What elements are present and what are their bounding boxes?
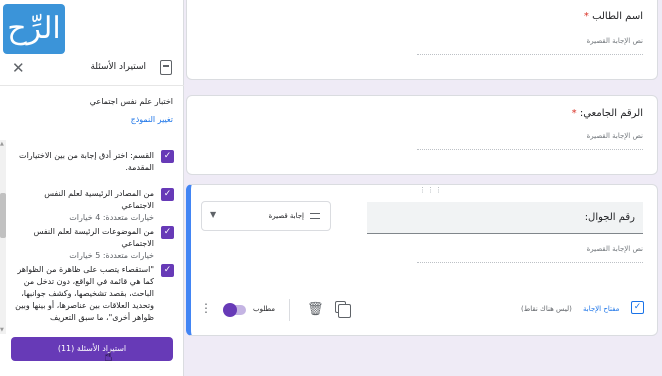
question-text: القسم: اختر أدق إجابة من بين الاختيارات … [19,151,154,172]
required-toggle[interactable] [223,303,246,317]
checkbox-checked-icon[interactable]: ✓ [161,264,174,277]
question-list-item[interactable]: ✓ من الموضوعات الرئيسة لعلم النفس الاجتم… [6,226,174,260]
delete-icon[interactable]: 🗑 [307,302,324,317]
question-card-mobile[interactable]: ⋮⋮⋮ رقم الجوال: إجابة قصيرة ▼ نص الإجابة… [186,184,658,336]
required-label: مطلوب [253,305,276,313]
duplicate-icon[interactable] [335,301,351,318]
source-form-name: اختبار علم نفس اجتماعي [89,97,173,106]
answer-key-checkbox-icon[interactable]: ✓ [631,301,644,314]
question-card-footer: ⋮ مطلوب 🗑 (ليس هناك نقاط) مفتاح الإجابة … [191,289,657,329]
question-subtext: خيارات متعددة: 4 خيارات [69,213,154,222]
scroll-up-arrow-icon[interactable]: ▲ [0,141,4,147]
question-type-label: إجابة قصيرة [268,212,304,220]
question-card-student-name[interactable]: اسم الطالب * نص الإجابة القصيرة [186,0,658,80]
import-questions-button[interactable]: استيراد الأسئلة (11) [11,337,173,361]
question-label: اسم الطالب [592,11,643,22]
import-icon [160,60,172,75]
required-asterisk: * [583,11,589,22]
import-questions-panel: الرِّح ✕ استيراد الأسئلة اختبار علم نفس … [0,0,184,376]
logo-text: الرِّح [7,11,61,46]
panel-header: ✕ استيراد الأسئلة [0,52,184,86]
checkbox-checked-icon[interactable]: ✓ [161,226,174,239]
question-text: من الموضوعات الرئيسة لعلم النفس الاجتماع… [33,227,154,248]
panel-title: استيراد الأسئلة [90,62,146,72]
question-type-select[interactable]: إجابة قصيرة ▼ [201,201,331,231]
question-title: اسم الطالب * [584,11,643,22]
question-list-item[interactable]: ✓ القسم: اختر أدق إجابة من بين الاختيارا… [6,150,174,180]
checkbox-checked-icon[interactable]: ✓ [161,150,174,163]
question-text-wrap: من الموضوعات الرئيسة لعلم النفس الاجتماع… [10,226,154,262]
answer-key-link[interactable]: مفتاح الإجابة [583,305,619,313]
change-form-link[interactable]: تغيير النموذج [131,115,173,124]
checkbox-checked-icon[interactable]: ✓ [161,188,174,201]
short-text-icon [310,213,320,219]
close-icon[interactable]: ✕ [12,59,25,77]
question-text: من المصادر الرئيسية لعلم النفس الاجتماعي [44,189,154,210]
short-answer-field: نص الإجابة القصيرة [417,245,643,263]
question-title-input[interactable]: رقم الجوال: [367,202,643,234]
question-list-item[interactable]: ✓ "استقصاء يتصب على ظاهرة من الظواهر كما… [6,264,174,334]
question-title: الرقم الجامعي: * [572,108,643,119]
more-options-icon[interactable]: ⋮ [200,301,212,315]
question-list-item[interactable]: ✓ من المصادر الرئيسية لعلم النفس الاجتما… [6,188,174,222]
scroll-down-arrow-icon[interactable]: ▼ [0,327,4,333]
hand-cursor-icon: ☝ [104,349,113,365]
question-label: الرقم الجامعي: [579,108,643,119]
required-asterisk: * [571,108,577,119]
footer-divider [289,299,290,321]
short-answer-field: نص الإجابة القصيرة [417,37,643,55]
site-logo: الرِّح [3,4,65,54]
chevron-down-icon: ▼ [210,210,217,219]
points-text: (ليس هناك نقاط) [521,305,572,313]
question-subtext: خيارات متعددة: 5 خيارات [69,251,154,260]
drag-handle-icon[interactable]: ⋮⋮⋮ [419,186,443,194]
short-answer-field: نص الإجابة القصيرة [417,132,643,150]
question-card-student-id[interactable]: الرقم الجامعي: * نص الإجابة القصيرة [186,95,658,175]
question-text-wrap: من المصادر الرئيسية لعلم النفس الاجتماعي… [10,188,154,224]
question-text: "استقصاء يتصب على ظاهرة من الظواهر كما ه… [15,265,154,322]
